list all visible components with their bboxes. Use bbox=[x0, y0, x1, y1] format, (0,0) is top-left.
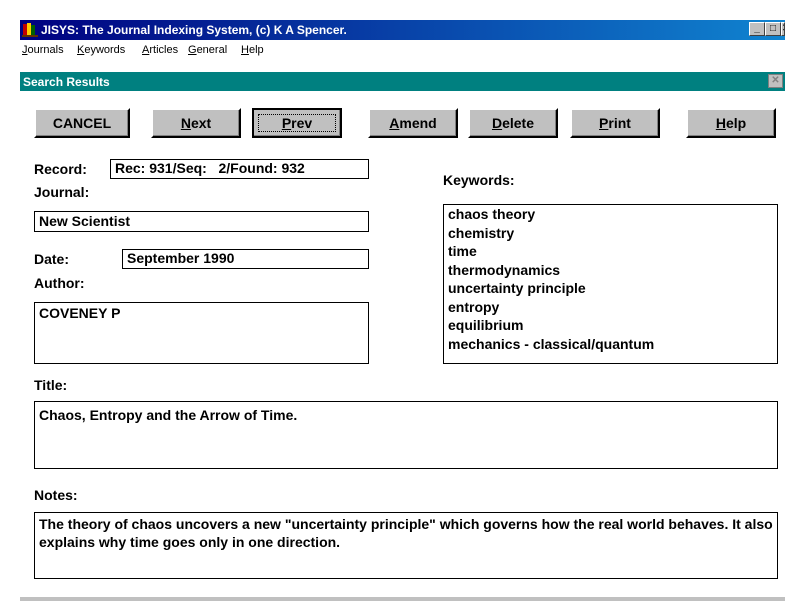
help-mnemonic: H bbox=[715, 115, 726, 131]
dialog-titlebar[interactable]: Search Results ✕ bbox=[20, 72, 785, 91]
notes-field[interactable]: The theory of chaos uncovers a new "unce… bbox=[34, 512, 778, 579]
menu-keywords-label: eywords bbox=[84, 44, 126, 56]
app-icon bbox=[22, 23, 38, 37]
title-label: Title: bbox=[34, 377, 68, 393]
delete-label: elete bbox=[502, 115, 535, 131]
dialog-bottom-border bbox=[20, 597, 785, 601]
menu-journals-label: ournals bbox=[27, 44, 64, 56]
next-label: ext bbox=[190, 115, 212, 131]
maximize-button[interactable]: □ bbox=[765, 22, 781, 36]
dialog-close-button[interactable]: ✕ bbox=[768, 74, 783, 88]
journal-label: Journal: bbox=[34, 184, 90, 200]
print-button[interactable]: Print bbox=[570, 108, 660, 138]
dialog-title: Search Results bbox=[23, 75, 110, 89]
keywords-list[interactable]: chaos theory chemistry time thermodynami… bbox=[443, 204, 778, 364]
menu-general[interactable]: General bbox=[188, 44, 227, 56]
menu-journals[interactable]: Journals bbox=[22, 44, 64, 56]
keyword-item[interactable]: thermodynamics bbox=[448, 261, 773, 280]
keyword-item[interactable]: uncertainty principle bbox=[448, 279, 773, 298]
help-label: elp bbox=[725, 115, 747, 131]
menu-general-mnemonic: G bbox=[188, 44, 197, 56]
prev-button[interactable]: Prev bbox=[252, 108, 342, 138]
minimize-button[interactable]: _ bbox=[749, 22, 765, 36]
author-label: Author: bbox=[34, 275, 85, 291]
window-titlebar[interactable]: JISYS: The Journal Indexing System, (c) … bbox=[20, 20, 785, 40]
menu-articles[interactable]: Articles bbox=[142, 44, 178, 56]
menu-articles-label: rticles bbox=[149, 44, 179, 56]
author-field[interactable]: COVENEY P bbox=[34, 302, 369, 364]
keyword-item[interactable]: time bbox=[448, 242, 773, 261]
keyword-item[interactable]: chaos theory bbox=[448, 205, 773, 224]
menu-help-label: elp bbox=[248, 44, 264, 56]
record-field: Rec: 931/Seq: 2/Found: 932 bbox=[110, 159, 369, 179]
keywords-label: Keywords: bbox=[443, 172, 515, 188]
cancel-button[interactable]: CANCEL bbox=[34, 108, 130, 138]
menu-general-label: eneral bbox=[196, 44, 228, 56]
amend-button[interactable]: Amend bbox=[368, 108, 458, 138]
keyword-item[interactable]: chemistry bbox=[448, 224, 773, 243]
next-mnemonic: N bbox=[180, 115, 191, 131]
date-field[interactable]: September 1990 bbox=[122, 249, 369, 269]
menu-keywords[interactable]: Keywords bbox=[77, 44, 125, 56]
focus-rect bbox=[258, 114, 336, 132]
delete-button[interactable]: Delete bbox=[468, 108, 558, 138]
title-field[interactable]: Chaos, Entropy and the Arrow of Time. bbox=[34, 401, 778, 469]
menu-help[interactable]: Help bbox=[241, 44, 264, 56]
amend-mnemonic: A bbox=[389, 115, 400, 131]
date-label: Date: bbox=[34, 251, 70, 267]
print-label: rint bbox=[608, 115, 631, 131]
menubar: Journals Keywords Articles General Help bbox=[20, 40, 785, 62]
menu-help-mnemonic: H bbox=[241, 44, 249, 56]
record-label: Record: bbox=[34, 161, 87, 177]
keyword-item[interactable]: mechanics - classical/quantum bbox=[448, 335, 773, 354]
amend-label: mend bbox=[399, 115, 437, 131]
delete-mnemonic: D bbox=[491, 115, 503, 131]
close-button[interactable]: ✕ bbox=[781, 22, 785, 36]
next-button[interactable]: Next bbox=[151, 108, 241, 138]
notes-label: Notes: bbox=[34, 487, 78, 503]
print-mnemonic: P bbox=[599, 115, 609, 131]
journal-field[interactable]: New Scientist bbox=[34, 211, 369, 232]
window-title: JISYS: The Journal Indexing System, (c) … bbox=[41, 23, 347, 37]
keyword-item[interactable]: equilibrium bbox=[448, 316, 773, 335]
keyword-item[interactable]: entropy bbox=[448, 298, 773, 317]
help-button[interactable]: Help bbox=[686, 108, 776, 138]
